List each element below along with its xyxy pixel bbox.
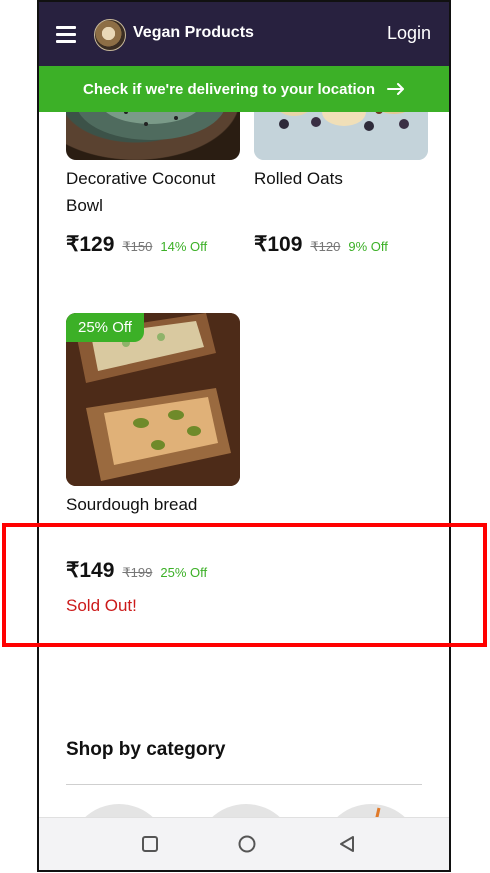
delivery-check-banner[interactable]: Check if we're delivering to your locati… — [39, 66, 449, 112]
sold-out-label: Sold Out! — [66, 596, 137, 615]
product-name[interactable]: Decorative Coconut Bowl — [66, 165, 246, 219]
product-discount: 25% Off — [160, 565, 208, 580]
price-row: ₹129 ₹150 14% Off — [66, 232, 207, 257]
shop-by-category-heading: Shop by category — [66, 739, 226, 760]
store-title[interactable]: Vegan Products — [133, 24, 254, 42]
product-mrp: ₹120 — [310, 239, 341, 254]
product-mrp: ₹199 — [122, 565, 153, 580]
hamburger-menu-icon[interactable] — [56, 26, 76, 43]
app-header: Vegan Products Login — [39, 2, 449, 66]
product-price: ₹109 — [254, 233, 303, 256]
product-price: ₹149 — [66, 559, 115, 582]
phone-screen: Vegan Products Login Check if we're deli… — [37, 0, 451, 872]
price-row: ₹109 ₹120 9% Off — [254, 232, 388, 257]
divider — [66, 784, 422, 785]
store-logo[interactable] — [94, 19, 126, 51]
product-list: Decorative Coconut Bowl ₹129 ₹150 14% Of… — [39, 112, 449, 822]
delivery-check-text: Check if we're delivering to your locati… — [83, 80, 375, 98]
recent-apps-icon[interactable] — [140, 834, 160, 854]
android-nav-bar — [39, 817, 449, 870]
arrow-right-icon — [386, 83, 404, 95]
product-image-coconut-bowl[interactable] — [66, 112, 240, 160]
back-icon[interactable] — [337, 834, 357, 854]
login-button[interactable]: Login — [387, 23, 431, 44]
product-price: ₹129 — [66, 233, 115, 256]
product-name[interactable]: Sourdough bread — [66, 491, 246, 518]
product-discount: 14% Off — [160, 239, 208, 254]
product-image-rolled-oats[interactable] — [254, 112, 428, 160]
product-mrp: ₹150 — [122, 239, 153, 254]
price-row: ₹149 ₹199 25% Off — [66, 558, 207, 583]
product-discount: 9% Off — [348, 239, 388, 254]
home-icon[interactable] — [237, 834, 257, 854]
product-name[interactable]: Rolled Oats — [254, 165, 434, 192]
discount-badge: 25% Off — [66, 313, 144, 342]
